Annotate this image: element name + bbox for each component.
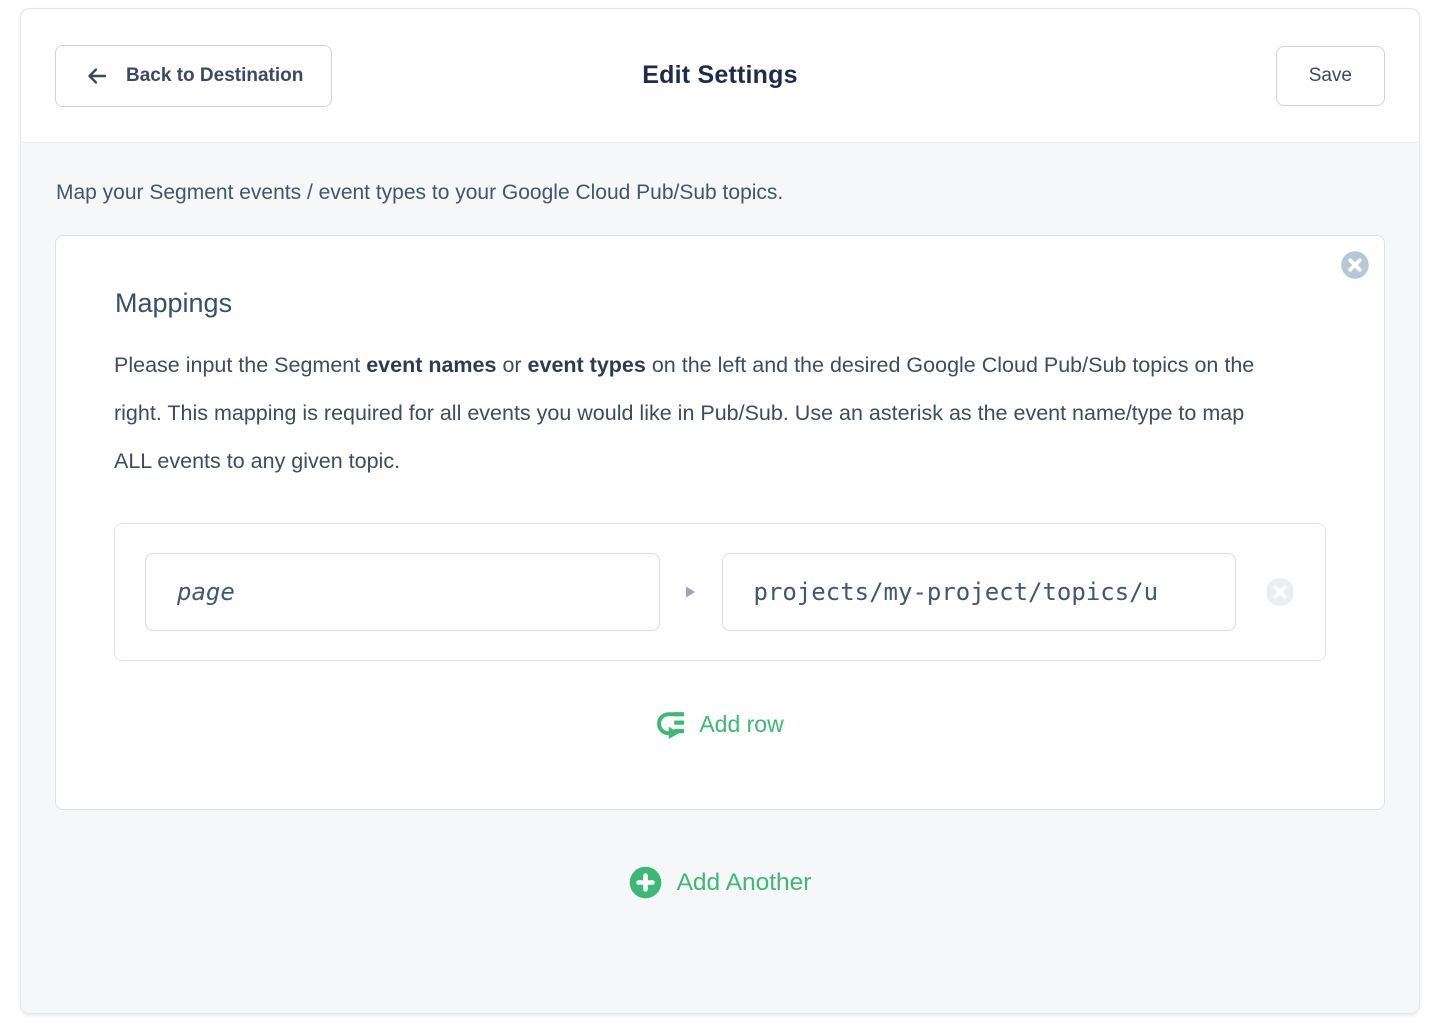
mappings-card: Mappings Please input the Segment event … — [55, 235, 1385, 810]
intro-text: Map your Segment events / event types to… — [56, 181, 1385, 205]
mappings-title: Mappings — [115, 288, 1326, 319]
description-text: or — [496, 353, 527, 377]
back-to-destination-button[interactable]: Back to Destination — [55, 45, 332, 107]
save-button-label: Save — [1309, 65, 1352, 87]
insert-row-arrow-icon — [656, 709, 686, 739]
add-row-button[interactable]: Add row — [656, 709, 783, 739]
add-another-button[interactable]: Add Another — [629, 866, 812, 899]
description-bold-event-types: event types — [528, 353, 646, 377]
triangle-right-icon — [660, 585, 722, 599]
arrow-left-icon — [84, 64, 110, 88]
close-card-icon[interactable] — [1340, 250, 1370, 280]
back-button-label: Back to Destination — [126, 65, 303, 87]
event-name-input[interactable] — [145, 553, 660, 631]
page-title: Edit Settings — [642, 61, 797, 90]
plus-circle-icon — [629, 866, 662, 899]
header: Back to Destination Edit Settings Save — [21, 9, 1419, 143]
description-text: Please input the Segment — [114, 353, 366, 377]
mapping-row — [114, 523, 1326, 661]
remove-row-icon[interactable] — [1265, 577, 1295, 607]
add-another-label: Add Another — [677, 869, 812, 897]
mappings-description: Please input the Segment event names or … — [114, 341, 1284, 485]
app-frame: Back to Destination Edit Settings Save M… — [20, 8, 1420, 1014]
content: Map your Segment events / event types to… — [21, 143, 1419, 899]
add-row-label: Add row — [699, 711, 783, 738]
description-bold-event-names: event names — [366, 353, 496, 377]
topic-input[interactable] — [722, 553, 1237, 631]
save-button[interactable]: Save — [1276, 46, 1385, 106]
